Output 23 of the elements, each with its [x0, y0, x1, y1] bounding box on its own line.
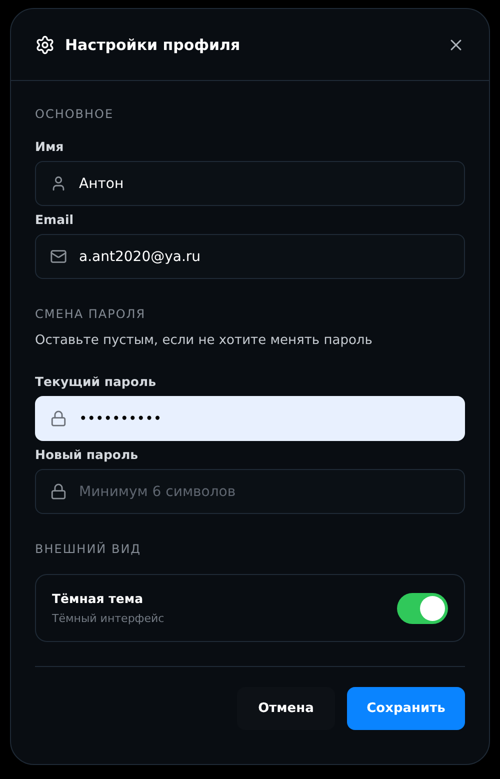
person-icon [50, 175, 67, 192]
input-field[interactable]: •••••••••• [35, 396, 465, 441]
setting-description: Тёмный интерфейс [52, 612, 166, 625]
section-title: ОСНОВНОЕ [35, 107, 115, 121]
input-field[interactable]: Минимум 6 символов [35, 469, 465, 514]
lock-icon [50, 483, 67, 500]
envelope-icon [50, 248, 67, 265]
field-label: Новый пароль [35, 447, 140, 462]
section-title: ВНЕШНИЙ ВИД [35, 542, 142, 556]
field-label: Имя [35, 139, 65, 154]
cancel-button[interactable]: Отмена [237, 687, 335, 730]
lock-icon [50, 410, 67, 427]
section-title: СМЕНА ПАРОЛЯ [35, 307, 147, 321]
setting-title: Тёмная тема [52, 591, 144, 606]
input-field[interactable]: a.ant2020@ya.ru [35, 234, 465, 279]
dialog-title: Настройки профиля [65, 36, 242, 54]
input-field[interactable]: Антон [35, 161, 465, 206]
hint-text: Оставьте пустым, если не хотите менять пароль [35, 333, 374, 348]
settings-icon [35, 34, 55, 54]
save-button[interactable]: Сохранить [347, 687, 465, 730]
toggle-switch[interactable] [397, 592, 448, 624]
field-label: Текущий пароль [35, 374, 157, 389]
field-label: Email [35, 212, 75, 227]
